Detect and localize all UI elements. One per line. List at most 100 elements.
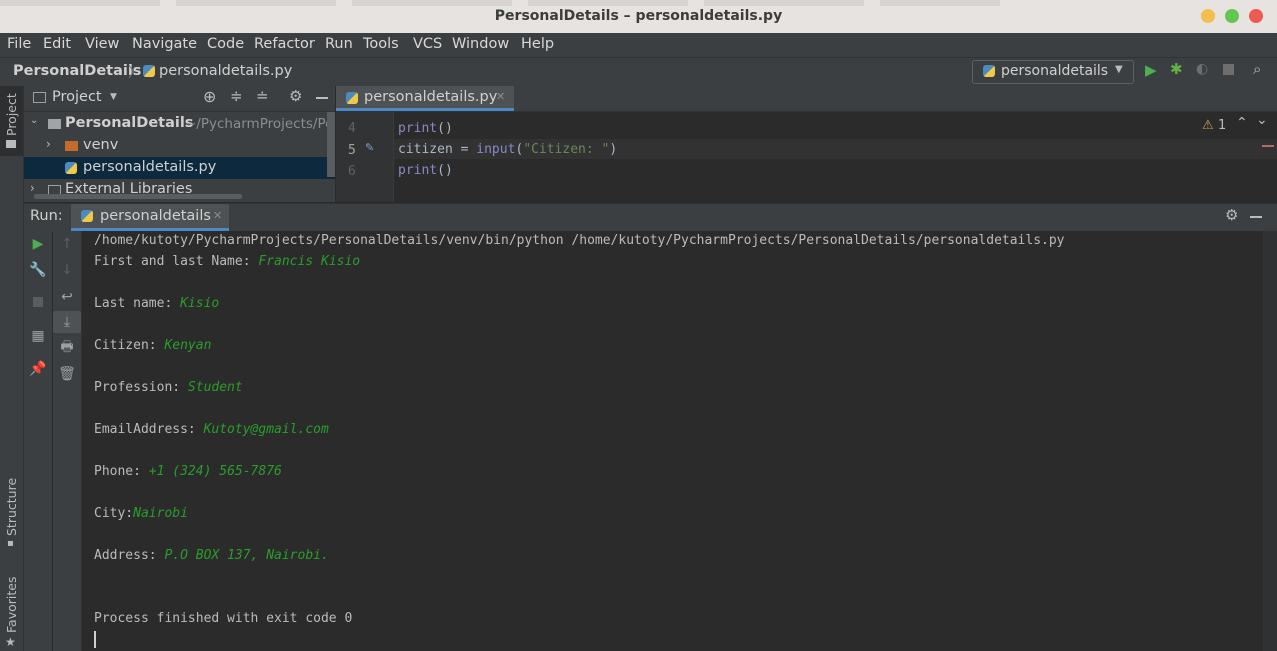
project-view-select[interactable]: Project: [52, 89, 102, 105]
menu-edit[interactable]: Edit: [43, 36, 71, 52]
text-cursor: [94, 631, 96, 648]
layout-icon[interactable]: ▦: [24, 325, 52, 347]
panel-icon: [33, 92, 46, 103]
console-input: +1 (324) 565-7876: [148, 464, 282, 479]
console-prompt: Phone:: [94, 464, 149, 479]
tree-item-file: personaldetails.py: [83, 159, 217, 175]
scroll-to-end-icon[interactable]: ⤓: [53, 311, 81, 333]
breadcrumb-file[interactable]: personaldetails.py: [159, 63, 292, 79]
python-file-icon: [65, 162, 77, 174]
horizontal-scrollbar[interactable]: [34, 194, 242, 199]
debug-icon[interactable]: ✱: [1170, 60, 1183, 78]
window-title-bar: PersonalDetails – personaldetails.py: [0, 0, 1277, 34]
menu-refactor[interactable]: Refactor: [254, 36, 315, 52]
code-line: print(): [398, 121, 453, 136]
menu-navigate[interactable]: Navigate: [132, 36, 197, 52]
console-input: Student: [187, 380, 243, 395]
code-token: input: [476, 142, 516, 157]
gear-icon[interactable]: ⚙: [1225, 206, 1238, 224]
structure-icon: ▪: [7, 538, 14, 549]
console-prompt: Citizen:: [94, 338, 165, 353]
minimize-icon[interactable]: [1250, 216, 1262, 218]
console-line: First and last Name: Francis Kisio: [94, 254, 360, 269]
minimize-button[interactable]: [1201, 9, 1215, 23]
trash-icon[interactable]: 🗑: [53, 363, 81, 385]
maximize-button[interactable]: [1225, 9, 1239, 23]
console-prompt: First and last Name:: [94, 254, 259, 269]
next-highlight-icon[interactable]: ⌄: [1256, 112, 1268, 128]
console-line: Phone: +1 (324) 565-7876: [94, 464, 282, 479]
tree-row-personaldetails[interactable]: personaldetails.py: [24, 157, 335, 179]
chevron-down-icon: ▼: [110, 92, 117, 102]
line-number: 6: [348, 164, 356, 179]
menu-view[interactable]: View: [85, 36, 119, 52]
run-console[interactable]: /home/kutoty/PycharmProjects/PersonalDet…: [82, 231, 1277, 651]
edit-marker-icon: ✎: [365, 141, 375, 154]
pin-icon[interactable]: 📌: [24, 358, 52, 380]
stop-square: [33, 297, 43, 307]
console-finish-message: Process finished with exit code 0: [94, 611, 353, 626]
print-icon[interactable]: 🖶: [53, 337, 81, 359]
code-editor[interactable]: 4 5 6 ✎ print() citizen = input("Citizen…: [336, 112, 1277, 202]
close-icon[interactable]: ✕: [213, 209, 222, 222]
chevron-right-icon: ›: [30, 181, 35, 195]
wrench-icon[interactable]: 🔧: [24, 259, 52, 281]
up-arrow-icon[interactable]: ↑: [53, 233, 81, 255]
menu-tools[interactable]: Tools: [363, 36, 399, 52]
close-icon[interactable]: ✕: [496, 90, 505, 103]
structure-tool-tab[interactable]: Structure ▪: [0, 476, 23, 551]
rerun-icon[interactable]: ▶: [24, 233, 52, 255]
console-line: Profession: Student: [94, 380, 243, 395]
tree-item-venv: venv: [83, 137, 119, 153]
coverage-icon[interactable]: ◐: [1196, 61, 1208, 77]
run-icon[interactable]: ▶: [1145, 61, 1157, 79]
menu-run[interactable]: Run: [325, 36, 353, 52]
code-token: (): [437, 163, 453, 178]
soft-wrap-icon[interactable]: ↩: [53, 286, 81, 308]
menu-vcs[interactable]: VCS: [413, 36, 442, 52]
editor-tab-personaldetails[interactable]: personaldetails.py ✕: [336, 86, 514, 111]
error-stripe-marker[interactable]: [1262, 145, 1274, 147]
favorites-tool-tab-label: Favorites: [4, 576, 19, 633]
tree-root-name: PersonalDetails: [65, 115, 194, 131]
project-tool-tab[interactable]: Project: [0, 86, 23, 156]
stop-icon[interactable]: [1223, 64, 1234, 75]
menu-window[interactable]: Window: [452, 36, 509, 52]
console-prompt: EmailAddress:: [94, 422, 204, 437]
console-input: Kisio: [180, 296, 220, 311]
menu-code[interactable]: Code: [207, 36, 244, 52]
close-button[interactable]: [1249, 9, 1263, 23]
gear-icon[interactable]: ⚙: [289, 87, 302, 105]
console-input: Francis Kisio: [258, 254, 361, 269]
menu-help[interactable]: Help: [521, 36, 554, 52]
stop-icon[interactable]: [24, 291, 52, 313]
menu-file[interactable]: File: [7, 36, 31, 52]
run-toolbar-secondary: ↑ ↓ ↩ ⤓ 🖶 🗑: [53, 231, 82, 651]
code-token: (): [437, 121, 453, 136]
console-prompt: Profession:: [94, 380, 188, 395]
down-arrow-icon[interactable]: ↓: [53, 259, 81, 281]
previous-highlight-icon[interactable]: ⌃: [1236, 115, 1248, 131]
breadcrumb-separator-icon: 〉: [128, 65, 142, 81]
folder-icon: [48, 119, 61, 129]
vertical-scrollbar[interactable]: [327, 112, 335, 177]
run-configuration-label: personaldetails: [1001, 63, 1109, 79]
line-number: 5: [348, 143, 356, 158]
console-prompt: Last name:: [94, 296, 181, 311]
run-tab-label: personaldetails: [100, 208, 211, 224]
locate-icon[interactable]: ⊕: [203, 87, 216, 106]
favorites-tool-tab[interactable]: Favorites ★: [0, 571, 23, 651]
tree-row-venv[interactable]: › venv: [24, 135, 335, 157]
console-scrollbar[interactable]: [1263, 231, 1277, 651]
run-configuration-select[interactable]: personaldetails ▼: [972, 60, 1134, 84]
run-tab-personaldetails[interactable]: personaldetails ✕: [71, 204, 229, 231]
expand-all-icon[interactable]: ≑: [230, 87, 243, 105]
project-panel-header: Project ▼ ⊕ ≑ ≐ ⚙: [24, 86, 335, 112]
warning-icon[interactable]: ⚠: [1202, 118, 1214, 133]
run-toolbar-primary: ▶ 🔧 ▦ 📌: [24, 231, 52, 651]
tree-row-root[interactable]: ⌄ PersonalDetails ~/PycharmProjects/Pe: [24, 113, 335, 135]
breadcrumb-project[interactable]: PersonalDetails: [13, 63, 141, 79]
search-icon[interactable]: ⌕: [1253, 60, 1261, 78]
collapse-all-icon[interactable]: ≐: [256, 87, 269, 105]
minimize-icon[interactable]: [316, 97, 328, 99]
